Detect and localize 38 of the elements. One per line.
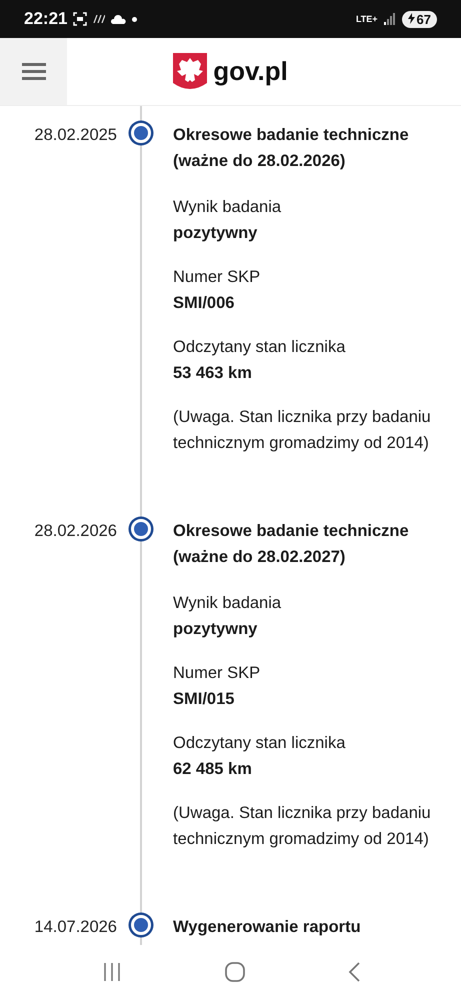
timeline-dot xyxy=(131,915,151,935)
menu-icon xyxy=(22,62,46,80)
field-value: 53 463 km xyxy=(173,363,253,384)
signal-icon xyxy=(384,13,396,25)
home-icon xyxy=(224,962,244,982)
field-label: Wynik badania xyxy=(173,197,282,218)
field-value: SMI/006 xyxy=(173,293,236,314)
field-label: Wynik badania xyxy=(173,593,282,614)
entry-note: (Uwaga. Stan licznika przy badaniu technicznym gromadzimy od 2014) xyxy=(173,803,432,850)
menu-button[interactable] xyxy=(0,38,67,105)
field-value: pozytywny xyxy=(173,223,258,244)
entry-date: 28.02.2026 xyxy=(34,522,117,540)
timeline-dot xyxy=(131,519,151,539)
entry-date: 28.02.2025 xyxy=(34,126,117,144)
dot-icon xyxy=(132,16,138,22)
field-value: pozytywny xyxy=(173,619,258,640)
back-icon xyxy=(348,962,360,982)
field-label: Numer SKP xyxy=(173,267,262,288)
entry-title: Wygenerowanie raportu xyxy=(173,917,362,938)
logo-text[interactable]: gov.pl xyxy=(213,56,288,87)
recent-apps-icon xyxy=(102,963,122,981)
field-value: 62 485 km xyxy=(173,759,253,780)
clock: 22:21 xyxy=(24,9,68,29)
charging-icon xyxy=(408,12,415,24)
field-label: Odczytany stan licznika xyxy=(173,733,346,754)
slashes-icon xyxy=(93,15,106,23)
cloud-icon xyxy=(111,14,126,24)
field-label: Numer SKP xyxy=(173,663,262,684)
field-value: SMI/015 xyxy=(173,689,236,710)
entry-note: (Uwaga. Stan licznika przy badaniu technicznym gromadzimy od 2014) xyxy=(173,407,432,454)
field-label: Odczytany stan licznika xyxy=(173,337,346,358)
entry-title: Okresowe badanie techniczne (ważne do 28.02.2026) xyxy=(173,125,410,172)
battery-indicator: 67 xyxy=(402,10,437,28)
network-label: LTE+ xyxy=(356,14,378,24)
entry-date: 14.07.2026 xyxy=(34,918,117,936)
timeline-dot xyxy=(131,123,151,143)
screenshot-icon xyxy=(73,12,88,26)
entry-title: Okresowe badanie techniczne (ważne do 28.02.2027) xyxy=(173,521,410,568)
